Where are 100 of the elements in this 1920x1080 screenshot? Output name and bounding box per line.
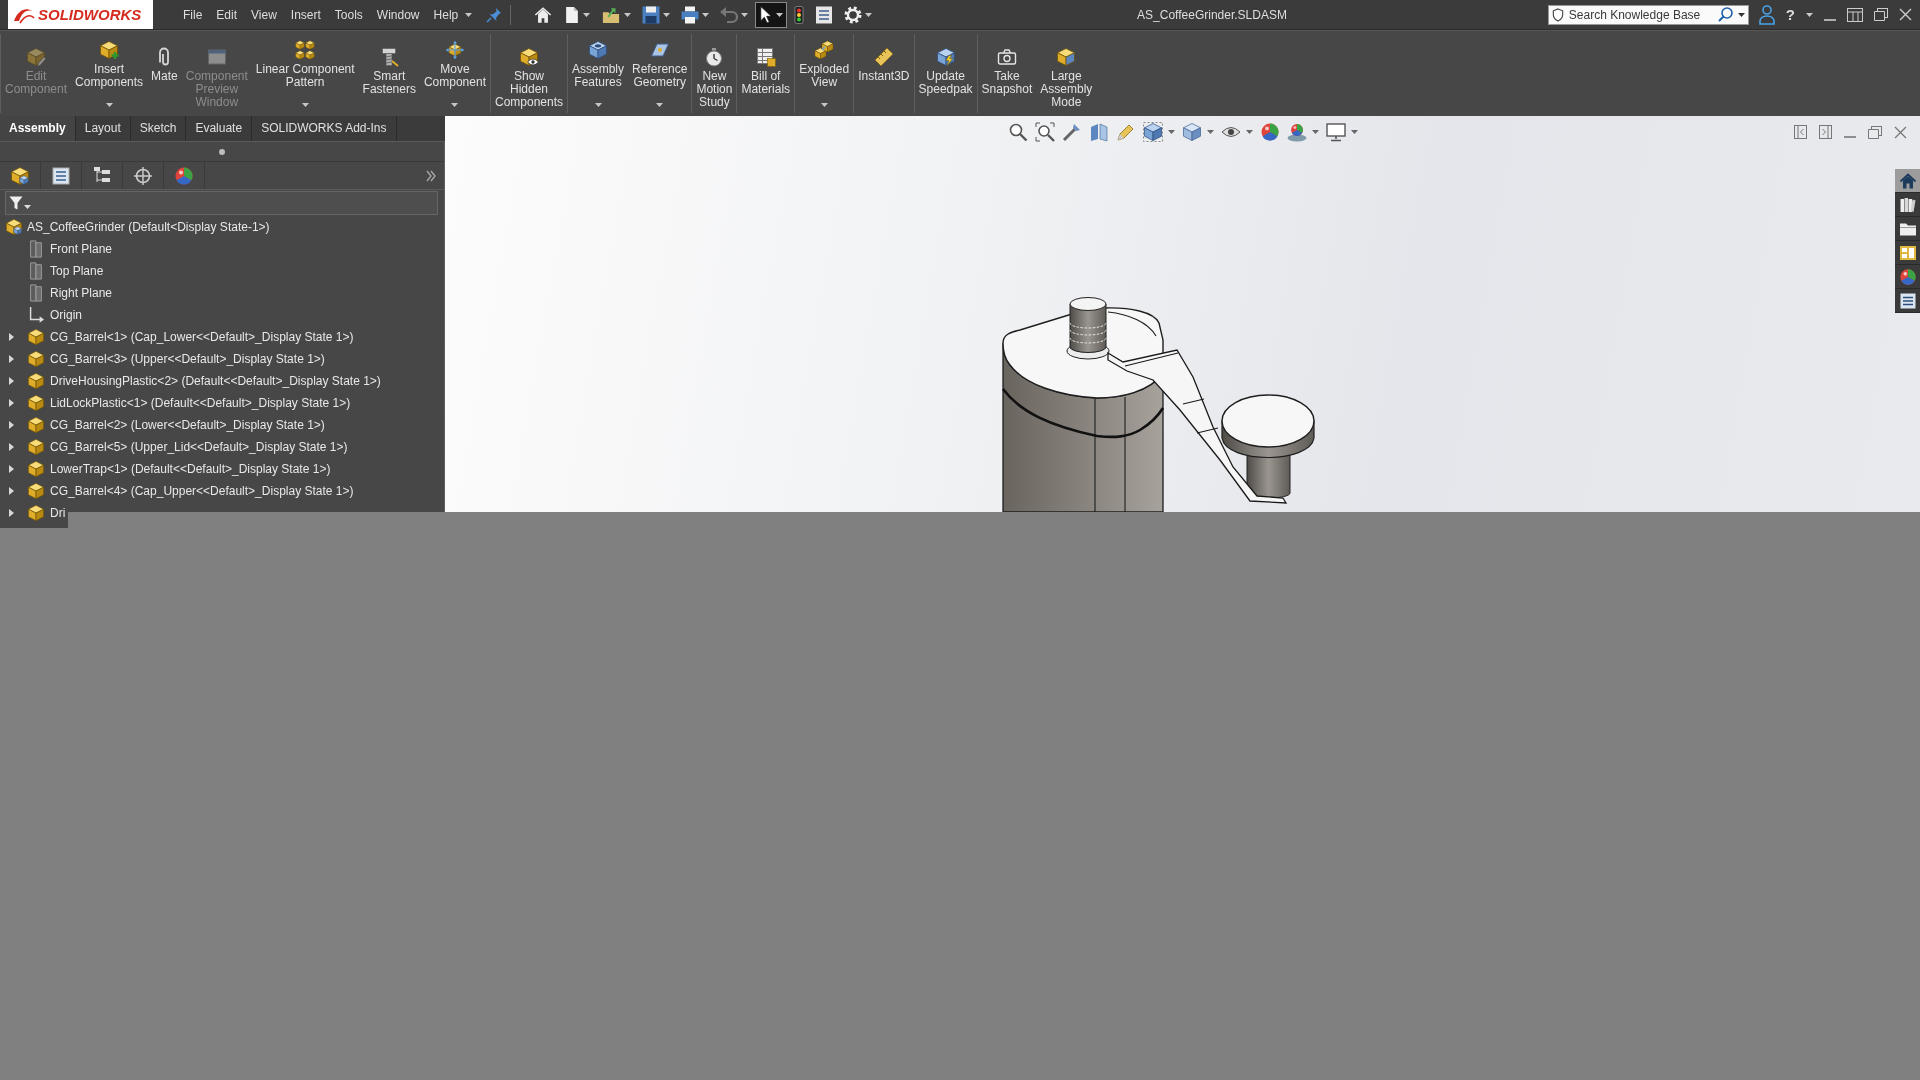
close-icon[interactable] [1894,125,1907,139]
split-right-icon[interactable] [1819,125,1832,139]
menu-item[interactable]: View [244,3,284,26]
tree-item-label[interactable]: Front Plane [50,238,113,260]
caret-icon[interactable] [465,12,473,17]
ribbon-button[interactable]: Linear Component Pattern [251,34,359,113]
menu-item[interactable]: Insert [283,3,328,26]
expand-arrow-icon[interactable] [9,333,14,341]
pencil-icon[interactable] [1115,122,1136,142]
menu-item[interactable]: Edit [209,3,245,26]
filter-field[interactable] [5,191,438,215]
section-cube-icon[interactable] [1088,122,1109,142]
expand-arrow-icon[interactable] [9,443,14,451]
scene-ball-icon[interactable] [1286,122,1307,142]
tree-item-label[interactable]: CG_Barrel<5> (Upper_Lid<<Default>_Display State 1>) [50,436,348,458]
restore-icon[interactable] [1868,125,1882,139]
menu-item[interactable]: File [176,3,210,26]
select-tool-button[interactable] [755,1,788,28]
caret-icon[interactable] [24,205,31,209]
caret-icon[interactable] [656,103,664,107]
caret-icon[interactable] [663,12,671,17]
caret-icon[interactable] [776,12,784,17]
caret-icon[interactable] [301,103,309,107]
ribbon-button[interactable]: Smart Fasteners [358,34,420,113]
ribbon-button[interactable]: New Motion Study [692,34,737,113]
crosshair-icon[interactable] [133,165,153,186]
caret-icon[interactable] [702,12,710,17]
search-field[interactable]: Search Knowledge Base [1547,4,1749,25]
ribbon-button[interactable]: Update Speedpak [914,34,977,113]
ribbon-button[interactable]: Exploded View [795,34,854,113]
window-layout-icon[interactable] [1847,7,1863,22]
filter-icon[interactable] [9,196,23,210]
color-ball-icon[interactable] [174,165,194,186]
tree-item-label[interactable]: CG_Barrel<4> (Cap_Upper<<Default>_Display State 1>) [50,480,354,502]
minimize-icon[interactable] [1824,18,1836,21]
expand-arrow-icon[interactable] [9,399,14,407]
color-ball-icon[interactable] [1259,122,1280,142]
magnifier-icon[interactable] [1007,122,1028,142]
tree-item-label[interactable]: AS_CoffeeGrinder (Default<Display State-1>) [27,216,270,238]
ribbon-tab[interactable]: Evaluate [186,116,253,141]
user-icon[interactable] [1758,4,1775,25]
caret-icon[interactable] [451,103,459,107]
pin-icon[interactable] [486,6,503,23]
ribbon-button[interactable]: Move Component [419,34,490,113]
restore-icon[interactable] [1874,8,1888,21]
ribbon-tab[interactable]: Sketch [130,116,187,141]
menu-item[interactable]: Window [369,3,427,26]
logo-text: SOLIDWORKS [38,6,142,23]
tree-item-label[interactable]: Right Plane [50,282,113,304]
wand-icon[interactable] [1061,122,1082,142]
tree-item-label[interactable]: Dri [50,502,66,524]
ribbon-button[interactable]: Assembly Features [568,34,629,113]
close-icon[interactable] [1899,8,1912,21]
ribbon-tab[interactable]: SOLIDWORKS Add-Ins [252,116,397,141]
ribbon-button[interactable]: Bill of Materials [737,34,795,113]
monitor-icon[interactable] [1325,122,1346,142]
ribbon-button[interactable]: Show Hidden Components [490,34,567,113]
menu-item[interactable]: Help [426,3,466,26]
ribbon-tab[interactable]: Assembly [0,116,76,141]
ribbon-button[interactable]: Mate [147,34,182,113]
expand-arrow-icon[interactable] [9,421,14,429]
caret-icon[interactable] [820,103,828,107]
grip-dot-icon[interactable] [219,148,225,155]
caret-icon[interactable] [865,12,873,17]
caret-icon[interactable] [624,12,632,17]
ribbon-button[interactable]: Large Assembly Mode [1036,34,1097,113]
caret-icon[interactable] [105,103,113,107]
expand-arrow-icon[interactable] [9,377,14,385]
tree-item-label[interactable]: Top Plane [50,260,104,282]
expand-arrow-icon[interactable] [9,355,14,363]
tree-item-label[interactable]: CG_Barrel<2> (Lower<<Default>_Display State 1>) [50,414,325,436]
help-button[interactable]: ? [1785,5,1795,24]
ribbon-button[interactable]: Insert Components [71,34,148,113]
cube-icon[interactable] [1181,122,1202,142]
tree-item-label[interactable]: LowerTrap<1> (Default<<Default>_Display State 1>) [50,458,331,480]
tree-item-label[interactable]: LidLockPlastic<1> (Default<<Default>_Display State 1>) [50,392,351,414]
cubes-icon[interactable] [10,165,30,186]
ribbon-button[interactable]: Instant3D [854,34,914,113]
chevron-icon[interactable] [426,169,436,182]
tree-item-label[interactable]: CG_Barrel<1> (Cap_Lower<<Default>_Display State 1>) [50,326,354,348]
caret-icon[interactable] [1806,12,1813,17]
ribbon-button[interactable]: Reference Geometry [628,34,692,113]
caret-icon[interactable] [594,103,602,107]
expand-arrow-icon[interactable] [9,465,14,473]
caret-icon[interactable] [1737,12,1745,17]
list-icon[interactable] [51,165,71,186]
expand-arrow-icon[interactable] [9,487,14,495]
menu-item[interactable]: Tools [327,3,370,26]
color-ball-icon [1898,267,1917,286]
expand-arrow-icon[interactable] [9,509,14,517]
tree-item-label[interactable]: Origin [50,304,82,326]
split-left-icon[interactable] [1794,125,1807,139]
search-icon[interactable] [1717,7,1733,22]
tree-item-label[interactable]: CG_Barrel<3> (Upper<<Default>_Display State 1>) [50,348,325,370]
caret-icon[interactable] [583,12,591,17]
ribbon-tab[interactable]: Layout [75,116,131,141]
tree-item-label[interactable]: DriveHousingPlastic<2> (Default<<Default>_Display State 1>) [50,370,381,392]
ribbon-button[interactable]: Take Snapshot [977,34,1037,113]
cube-frame-icon[interactable] [1142,122,1163,142]
magnifier-frame-icon[interactable] [1034,122,1055,142]
